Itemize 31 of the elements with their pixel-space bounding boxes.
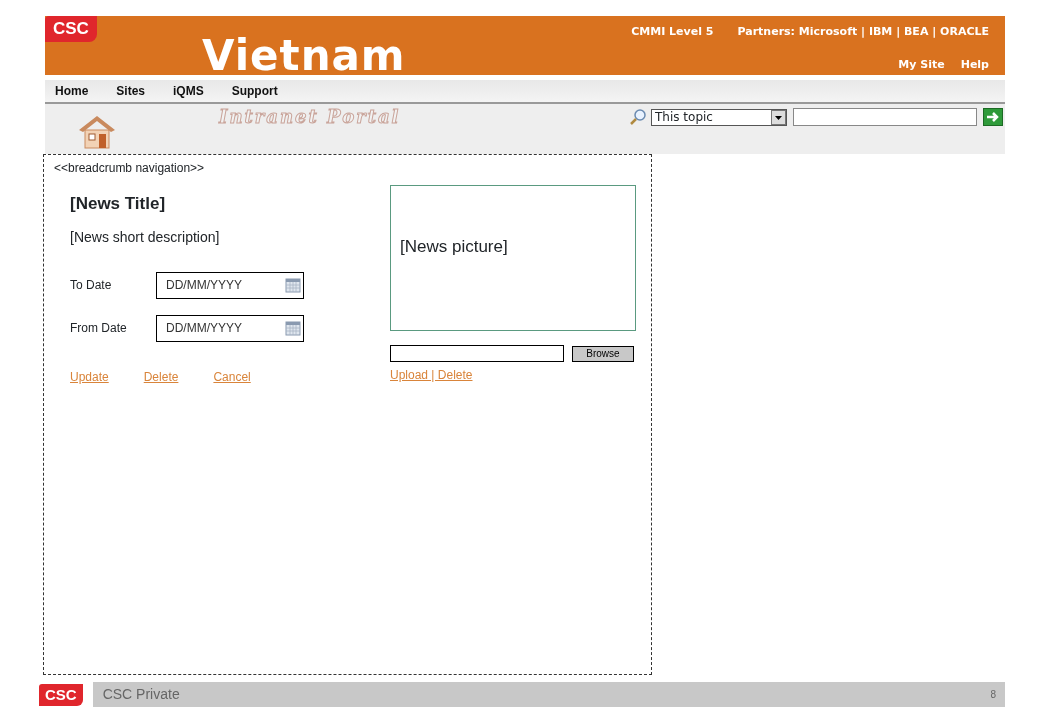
nav-link[interactable]: Sites bbox=[116, 82, 146, 100]
picture-caption: [News picture] bbox=[400, 237, 508, 256]
portal-title: Intranet Portal bbox=[219, 108, 401, 126]
calendar-icon[interactable] bbox=[285, 277, 301, 293]
banner-title: Vietnam bbox=[201, 35, 406, 75]
partners-label: Partners: Microsoft | IBM | BEA | ORACLE bbox=[737, 24, 989, 40]
nav-link[interactable]: Support bbox=[231, 82, 278, 100]
footer-label: CSC Private bbox=[102, 685, 180, 704]
calendar-icon[interactable] bbox=[285, 320, 301, 336]
scope-dropdown[interactable]: This topic bbox=[651, 108, 787, 126]
breadcrumb-text: <<breadcrumb navigation>> bbox=[54, 160, 206, 177]
browse-button[interactable]: Browse bbox=[572, 345, 634, 362]
nav-link[interactable]: Home bbox=[55, 82, 89, 100]
nav-link[interactable]: iQMS bbox=[173, 82, 204, 100]
file-path-field[interactable] bbox=[390, 345, 564, 362]
date-field[interactable]: DD/MM/YYYY bbox=[156, 314, 304, 342]
news-description: [News short description] bbox=[70, 227, 221, 247]
logo: CSC bbox=[45, 16, 97, 42]
scope-value: This topic bbox=[655, 109, 713, 126]
date-label: To Date bbox=[70, 277, 113, 294]
search-field[interactable] bbox=[793, 108, 977, 126]
footer-logo: CSC bbox=[39, 683, 83, 706]
date-placeholder: DD/MM/YYYY bbox=[166, 320, 242, 337]
date-field[interactable]: DD/MM/YYYY bbox=[156, 271, 304, 299]
caret-icon[interactable] bbox=[771, 109, 786, 125]
date-label: From Date bbox=[70, 320, 128, 337]
date-placeholder: DD/MM/YYYY bbox=[166, 277, 242, 294]
news-title: [News Title] bbox=[70, 193, 167, 215]
search-icon[interactable] bbox=[629, 108, 647, 126]
cmmi-label: CMMI Level 5 bbox=[631, 24, 714, 40]
page-number: 8 bbox=[990, 688, 996, 702]
